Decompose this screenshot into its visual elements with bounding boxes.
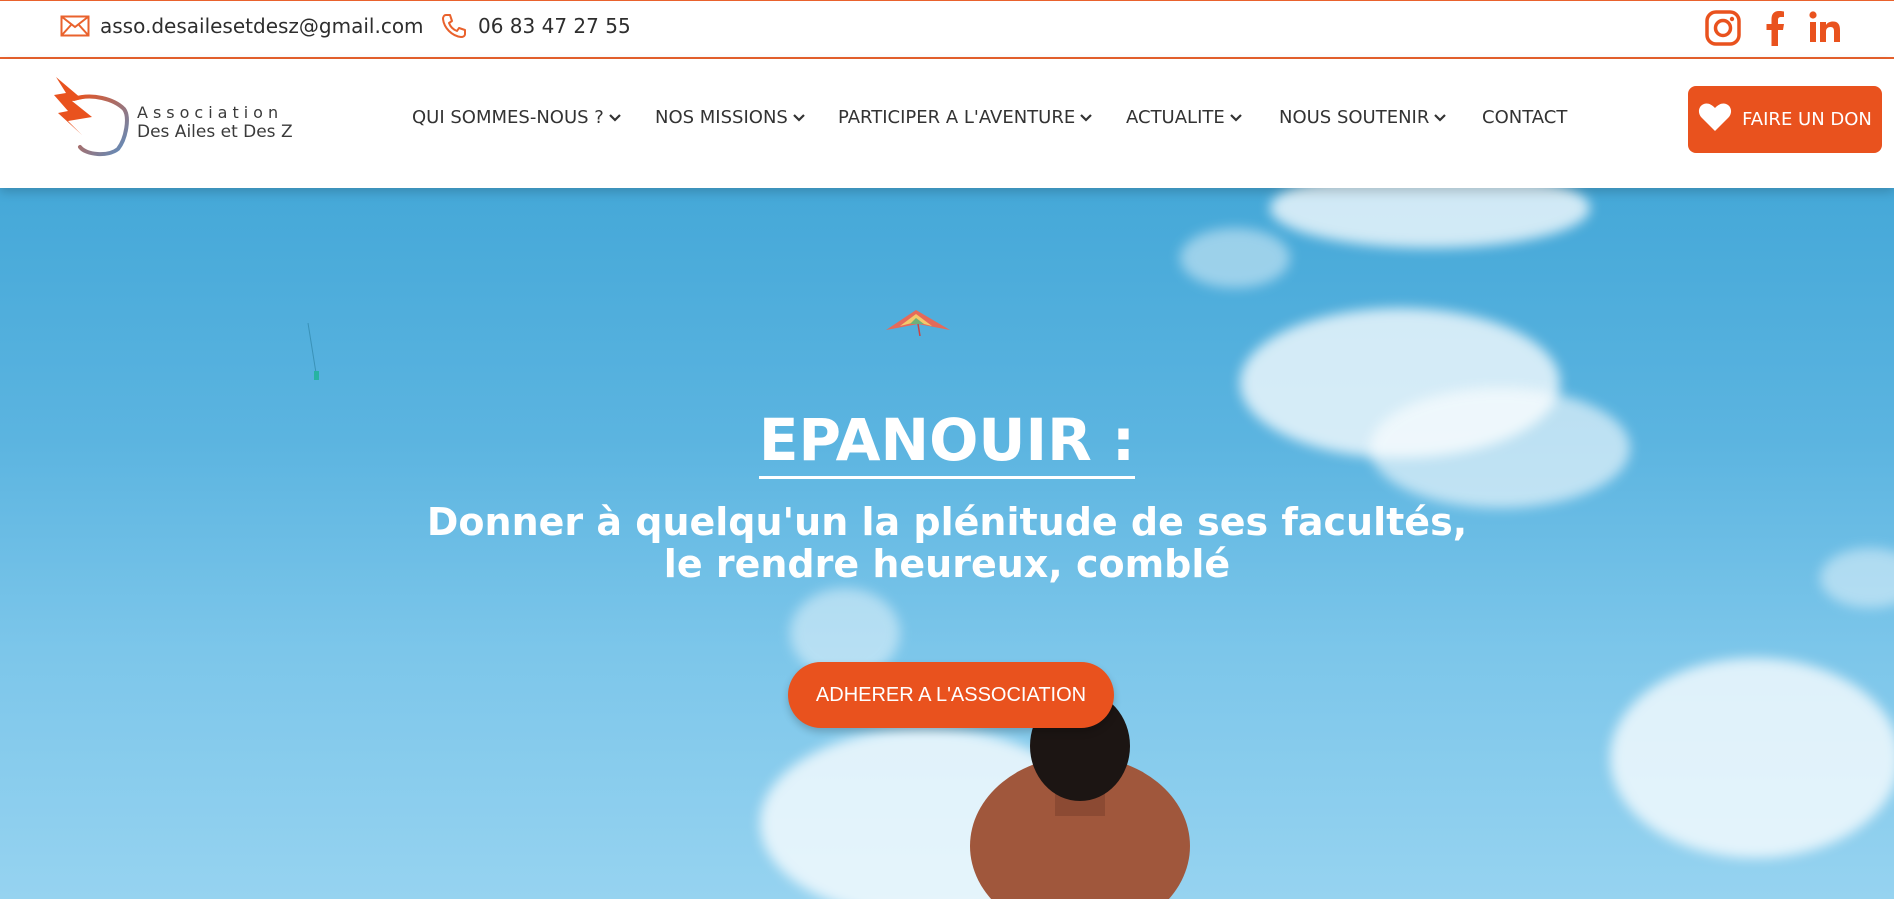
phone-icon — [440, 12, 468, 40]
nav-item-qui-sommes-nous[interactable]: QUI SOMMES-NOUS ? — [412, 107, 621, 128]
envelope-icon — [60, 15, 90, 37]
phone-text: 06 83 47 27 55 — [478, 14, 631, 38]
chevron-down-icon — [609, 113, 621, 122]
nav-label: QUI SOMMES-NOUS ? — [412, 107, 604, 128]
donate-label: FAIRE UN DON — [1742, 109, 1872, 130]
nav-label: NOS MISSIONS — [655, 107, 788, 128]
hero-subtitle-line2: le rendre heureux, comblé — [663, 542, 1231, 586]
cloud — [1610, 658, 1894, 858]
hero-title-text: EPANOUIR : — [758, 406, 1136, 479]
nav-label: NOUS SOUTENIR — [1279, 107, 1430, 128]
wing-logo-icon — [54, 77, 129, 156]
linkedin-icon[interactable] — [1808, 9, 1842, 47]
kite-image — [886, 310, 950, 336]
logo-line2: Des Ailes et Des Z — [137, 122, 293, 142]
facebook-icon[interactable] — [1760, 9, 1790, 47]
top-contact-bar: asso.desailesetdesz@gmail.com 06 83 47 2… — [0, 0, 1894, 59]
chevron-down-icon — [1229, 113, 1242, 122]
site-logo[interactable]: Association Des Ailes et Des Z — [52, 77, 293, 159]
hero-banner: EPANOUIR : Donner à quelqu'un la plénitu… — [0, 188, 1894, 899]
hero-subtitle: Donner à quelqu'un la plénitude de ses f… — [0, 501, 1894, 585]
email-link[interactable]: asso.desailesetdesz@gmail.com — [60, 11, 424, 41]
nav-item-nous-soutenir[interactable]: NOUS SOUTENIR — [1279, 107, 1447, 128]
nav-label: CONTACT — [1482, 107, 1568, 128]
heart-icon — [1698, 102, 1732, 137]
nav-label: ACTUALITE — [1126, 107, 1225, 128]
email-text: asso.desailesetdesz@gmail.com — [100, 14, 424, 38]
distant-kite-image — [307, 323, 319, 380]
nav-label: PARTICIPER A L'AVENTURE — [838, 107, 1076, 128]
cloud — [1180, 228, 1290, 288]
nav-item-nos-missions[interactable]: NOS MISSIONS — [655, 107, 805, 128]
hero-subtitle-line1: Donner à quelqu'un la plénitude de ses f… — [426, 500, 1468, 544]
chevron-down-icon — [1434, 113, 1447, 122]
phone-link[interactable]: 06 83 47 27 55 — [440, 11, 631, 41]
nav-item-contact[interactable]: CONTACT — [1482, 107, 1567, 128]
chevron-down-icon — [793, 113, 805, 122]
chevron-down-icon — [1080, 113, 1093, 122]
nav-item-actualite[interactable]: ACTUALITE — [1126, 107, 1242, 128]
nav-item-participer[interactable]: PARTICIPER A L'AVENTURE — [838, 107, 1093, 128]
join-association-button[interactable]: ADHERER A L'ASSOCIATION — [788, 662, 1114, 728]
hero-title: EPANOUIR : — [0, 406, 1894, 479]
donate-button[interactable]: FAIRE UN DON — [1688, 86, 1882, 153]
instagram-icon[interactable] — [1704, 9, 1742, 47]
cloud — [1270, 188, 1590, 248]
logo-line1: Association — [137, 103, 284, 122]
main-header: Association Des Ailes et Des Z QUI SOMME… — [0, 59, 1894, 188]
